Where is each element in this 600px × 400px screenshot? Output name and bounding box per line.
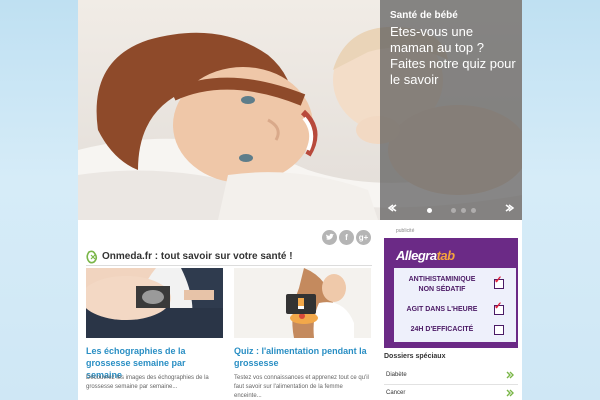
article-title[interactable]: Quiz : l'alimentation pendant la grosses… bbox=[234, 345, 371, 369]
carousel-prev-icon[interactable] bbox=[386, 202, 398, 214]
sidebar-item-label: Cancer bbox=[386, 390, 406, 396]
carousel-dot[interactable] bbox=[427, 208, 432, 213]
ad-checkbox bbox=[494, 325, 504, 335]
carousel-controls bbox=[380, 200, 522, 216]
sidebar-item-cancer[interactable]: Cancer bbox=[384, 386, 518, 400]
twitter-icon[interactable] bbox=[322, 230, 337, 245]
carousel-dot[interactable] bbox=[451, 208, 456, 213]
ad-claim: 24H D'EFFICACITÉ bbox=[410, 326, 474, 333]
chevron-right-icon bbox=[506, 389, 514, 397]
ad-claim: ANTIHISTAMINIQUE bbox=[408, 276, 476, 283]
ad-brand-logo: Allegratab bbox=[396, 248, 455, 263]
article-image-ultrasound[interactable] bbox=[86, 268, 223, 338]
page: Santé de bébé Etes-vous une maman au top… bbox=[78, 0, 522, 400]
ad-claim: AGIT DANS L'HEURE bbox=[406, 306, 478, 313]
article-image-quiz[interactable] bbox=[234, 268, 371, 338]
onmeda-logo-icon bbox=[86, 250, 98, 264]
chevron-right-icon bbox=[506, 371, 514, 379]
check-mark-icon: ✓ bbox=[494, 275, 503, 286]
advertisement-banner[interactable]: Allegratab ANTIHISTAMINIQUE NON SÉDATIF … bbox=[384, 238, 518, 348]
section-heading-text: Onmeda.fr : tout savoir sur votre santé … bbox=[102, 251, 293, 262]
hero-category[interactable]: Santé de bébé bbox=[390, 10, 458, 21]
ad-claim: NON SÉDATIF bbox=[418, 286, 466, 293]
sidebar-item-diabete[interactable]: Diabète bbox=[384, 368, 518, 385]
carousel-dot[interactable] bbox=[461, 208, 466, 213]
hero-caption-panel[interactable]: Santé de bébé Etes-vous une maman au top… bbox=[380, 0, 522, 220]
sidebar-title: Dossiers spéciaux bbox=[384, 353, 446, 360]
facebook-icon[interactable]: f bbox=[339, 230, 354, 245]
hero-carousel[interactable]: Santé de bébé Etes-vous une maman au top… bbox=[78, 0, 522, 220]
ad-label: publicité bbox=[396, 228, 415, 234]
article-description: Testez vos connaissances et apprenez tou… bbox=[234, 375, 369, 399]
google-plus-icon[interactable]: g+ bbox=[356, 230, 371, 245]
carousel-next-icon[interactable] bbox=[504, 202, 516, 214]
sidebar-item-label: Diabète bbox=[386, 372, 407, 378]
heading-divider bbox=[86, 265, 372, 266]
ad-claims-panel: ANTIHISTAMINIQUE NON SÉDATIF ✓ AGIT DANS… bbox=[394, 268, 516, 342]
check-mark-icon: ✓ bbox=[494, 301, 503, 312]
article-description: Découvrez les images des échographies de… bbox=[86, 375, 209, 390]
hero-title[interactable]: Etes-vous une maman au top ? Faites notr… bbox=[390, 24, 518, 88]
carousel-dot[interactable] bbox=[471, 208, 476, 213]
